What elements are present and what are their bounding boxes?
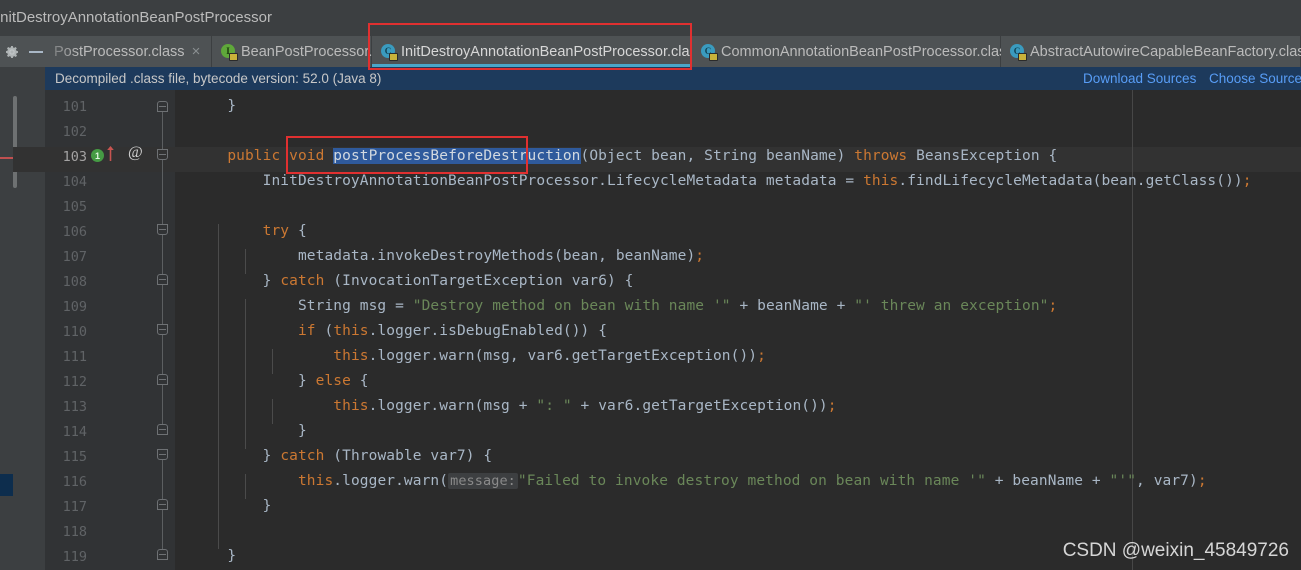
class-icon: C [381, 44, 398, 61]
code-line-116: this.logger.warn(message: "Failed to invo… [297, 473, 1207, 489]
watermark: CSDN @weixin_45849726 [1062, 540, 1289, 561]
close-icon[interactable]: × [192, 44, 201, 59]
fold-line [162, 460, 163, 499]
line-number-111: 111 [62, 349, 87, 365]
tab-label: InitDestroyAnnotationBeanPostProcessor.c… [401, 43, 705, 60]
fold-line [162, 285, 163, 324]
tab-commonannotationbeanpostprocessor[interactable]: C CommonAnnotationBeanPostProcessor.clas… [692, 36, 1029, 67]
code-line-108: } catch (InvocationTargetException var6)… [192, 273, 634, 289]
line-number-110: 110 [62, 324, 87, 340]
fold-line [162, 235, 163, 274]
code-keyword-throws: throws [854, 148, 908, 164]
class-icon: C [701, 44, 718, 61]
download-sources-link[interactable]: Download Sources [1083, 71, 1196, 86]
minus-icon[interactable] [29, 51, 43, 53]
code-line-110: if (this.logger.isDebugEnabled()) { [297, 323, 608, 339]
fold-line [162, 112, 163, 149]
line-number-112: 112 [62, 374, 87, 390]
line-number-109: 109 [62, 299, 87, 315]
interface-icon: I [221, 44, 238, 61]
code-line-114: } [192, 423, 307, 439]
tab-postprocessor[interactable]: PostProcessor.class × [52, 36, 212, 67]
line-number-108: 108 [62, 274, 87, 290]
gear-icon[interactable] [4, 44, 20, 60]
breadcrumb[interactable]: InitDestroyAnnotationBeanPostProcessor [0, 9, 272, 26]
code-line-106: try { [262, 223, 307, 239]
tab-label: AbstractAutowireCapableBeanFactory.class [1030, 43, 1301, 60]
editor-tab-strip: PostProcessor.class × I BeanPostProcesso… [0, 36, 1301, 67]
fold-line [162, 160, 163, 224]
tab-beanpostprocessor[interactable]: I BeanPostProcessor.class × [212, 36, 421, 67]
line-number-101: 101 [62, 99, 87, 115]
code-tail: BeansException { [907, 148, 1058, 164]
code-line-117: } [192, 498, 272, 514]
fold-marker-117[interactable] [157, 499, 168, 510]
line-number-104: 104 [62, 174, 87, 190]
code-line-112: } else { [192, 373, 369, 389]
code-params: (Object bean, String beanName) [580, 148, 855, 164]
line-number-105: 105 [62, 199, 87, 215]
fold-marker-106[interactable] [157, 224, 168, 235]
fold-line [162, 385, 163, 424]
code-line-103: public void postProcessBeforeDestruction… [192, 148, 1057, 164]
fold-line [162, 335, 163, 374]
line-number-115: 115 [62, 449, 87, 465]
line-number-103: 103 [62, 149, 87, 165]
notice-gutter-pad [0, 67, 45, 90]
fold-marker-103[interactable] [157, 149, 168, 160]
code-editor[interactable]: 101 102 103 104 105 106 107 108 109 110 … [0, 90, 1301, 570]
line-number-106: 106 [62, 224, 87, 240]
line-number-102: 102 [62, 124, 87, 140]
tab-label: PostProcessor.class [54, 43, 185, 60]
code-keyword: public void [192, 148, 334, 164]
code-line-101: } [192, 98, 237, 114]
tab-abstractautowirecapablebeanfactory[interactable]: C AbstractAutowireCapableBeanFactory.cla… [1001, 36, 1301, 67]
class-icon: C [1010, 44, 1027, 61]
line-number-117: 117 [62, 499, 87, 515]
marker-stripe[interactable] [0, 90, 13, 570]
selected-method-name[interactable]: postProcessBeforeDestruction [333, 148, 581, 164]
line-number-114: 114 [62, 424, 87, 440]
line-number-113: 113 [62, 399, 87, 415]
line-number-107: 107 [62, 249, 87, 265]
code-line-104: InitDestroyAnnotationBeanPostProcessor.L… [192, 173, 1252, 189]
line-number-118: 118 [62, 524, 87, 540]
fold-marker-119[interactable] [157, 549, 168, 560]
right-margin-guide [1132, 90, 1133, 570]
code-line-113: this.logger.warn(msg + ": " + var6.getTa… [333, 398, 837, 414]
fold-marker-108[interactable] [157, 274, 168, 285]
breadcrumb-bar: InitDestroyAnnotationBeanPostProcessor [0, 0, 1301, 37]
code-line-115: } catch (Throwable var7) { [192, 448, 493, 464]
annotation-gutter-icon[interactable]: @ [128, 144, 143, 162]
run-method-gutter-icon[interactable]: 1 [91, 149, 104, 162]
fold-marker-101[interactable] [157, 101, 168, 112]
code-line-111: this.logger.warn(msg, var6.getTargetExce… [333, 348, 766, 364]
intellij-editor-window: InitDestroyAnnotationBeanPostProcessor P… [0, 0, 1301, 570]
line-number-116: 116 [62, 474, 87, 490]
tab-initdestroyannotationbeanpostprocessor[interactable]: C InitDestroyAnnotationBeanPostProcessor… [372, 36, 720, 67]
inlay-hint-message: message: [448, 473, 518, 489]
fold-marker-114[interactable] [157, 424, 168, 435]
choose-source-link[interactable]: Choose Source [1209, 71, 1301, 86]
override-arrow-icon[interactable] [106, 145, 114, 161]
tab-toolbar [0, 36, 52, 67]
decompiled-notice-bar: Decompiled .class file, bytecode version… [0, 67, 1301, 90]
decompiled-notice-text: Decompiled .class file, bytecode version… [55, 71, 382, 86]
gutter-scroll-thumb[interactable] [13, 96, 17, 188]
fold-marker-115[interactable] [157, 449, 168, 460]
fold-line [162, 510, 163, 549]
line-number-119: 119 [62, 549, 87, 565]
code-line-119: } [192, 548, 237, 564]
code-line-109: String msg = "Destroy method on bean wit… [192, 298, 1058, 314]
tab-label: CommonAnnotationBeanPostProcessor.class [721, 43, 1014, 60]
fold-marker-110[interactable] [157, 324, 168, 335]
code-line-107: metadata.invokeDestroyMethods(bean, bean… [192, 248, 705, 264]
error-marker[interactable] [0, 157, 13, 159]
fold-marker-112[interactable] [157, 374, 168, 385]
